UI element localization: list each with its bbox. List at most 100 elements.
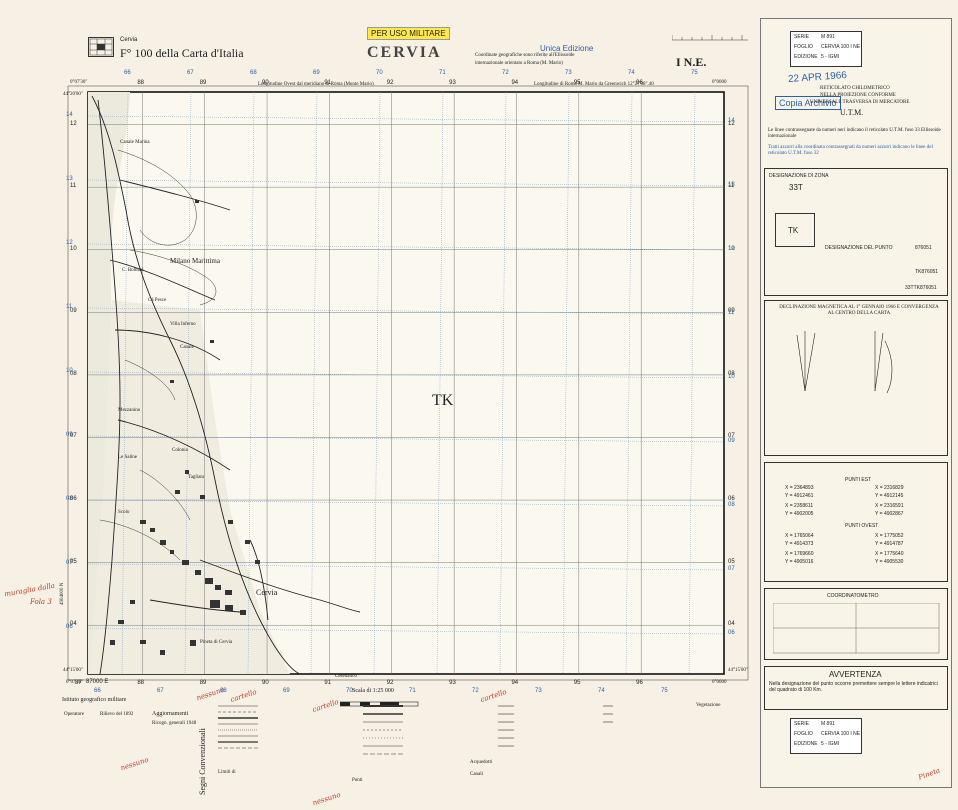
- blue-grid-label-bottom: 67: [157, 688, 164, 694]
- coordinate-value: Y = 4905016: [785, 559, 814, 565]
- blue-grid-label-top: 69: [313, 70, 320, 76]
- blue-grid-label-top: 70: [376, 70, 383, 76]
- magnetic-declination-box: DECLINAZIONE MAGNETICA AL 1° GENNAIO 196…: [764, 300, 948, 456]
- coordinate-value: X = 2316829: [875, 485, 904, 491]
- zone-value: 33T: [789, 183, 803, 192]
- blue-grid-label-right: 14: [728, 118, 735, 124]
- handwritten-note-left-2: Fola 3: [30, 598, 52, 606]
- survey-label: Rilievo del 1892: [100, 712, 134, 717]
- blue-grid-label-bottom: 71: [409, 688, 416, 694]
- coord-note-2: internazionale orientato a Roma (M. Mari…: [475, 61, 563, 66]
- grid-label-bottom: 96: [636, 680, 643, 686]
- utm-blue-notes: Tratti azzurri alla coordinata contrasse…: [768, 145, 933, 156]
- utm-title-4: U.T.M.: [840, 108, 864, 117]
- coordinate-value: Y = 4905530: [875, 559, 904, 565]
- place-label: Milano Marittima: [170, 257, 220, 265]
- grid-label-right: 04: [728, 621, 735, 628]
- longitude-left: Longitudine Ovest dal meridiano di Roma …: [258, 82, 374, 87]
- designation-value: 876051: [915, 245, 932, 251]
- coordinate-value: X = 2358611: [785, 503, 814, 509]
- blue-grid-label-top: 71: [439, 70, 446, 76]
- edizione-value: 5 - IGMI: [821, 54, 840, 60]
- blue-grid-label-left: 10: [66, 368, 73, 374]
- zone-header: DESIGNAZIONE DI ZONA: [769, 173, 829, 179]
- grid-label-top: 90: [262, 80, 269, 86]
- serie-label: SERIE: [794, 34, 810, 40]
- city-label: Cervia: [120, 37, 138, 43]
- place-label: Canale: [180, 345, 194, 350]
- blue-grid-label-top: 66: [124, 70, 131, 76]
- serie-value: M 891: [821, 34, 835, 40]
- designation-table: DESIGNAZIONE DI ZONA 33T TK DESIGNAZIONE…: [764, 168, 948, 296]
- blue-grid-label-right: 11: [728, 310, 735, 316]
- place-label: Cervia: [256, 588, 278, 597]
- coords-title-east: PUNTI EST: [845, 477, 872, 483]
- corner-top-left: 0°07'30": [70, 80, 88, 85]
- map-sheet: Cervia F° 100 della Carta d'Italia PER U…: [0, 0, 958, 810]
- legend-symbols: [218, 705, 613, 755]
- scale-label: Scala di 1:25 000: [352, 688, 394, 694]
- blue-grid-label-top: 68: [250, 70, 257, 76]
- designation-header: DESIGNAZIONE DEL PUNTO: [825, 245, 893, 251]
- blue-grid-label-bottom: 66: [94, 688, 101, 694]
- zone-square-label: TK: [432, 392, 454, 409]
- place-label: Mezzanino: [118, 408, 141, 413]
- blue-grid-label-bottom: 74: [598, 688, 605, 694]
- grid-label-bottom: 88: [137, 680, 145, 686]
- place-label: Canale Marina: [120, 140, 150, 145]
- grid-label-bottom: 91: [324, 680, 332, 686]
- coordinate-value: Y = 4912145: [875, 493, 904, 499]
- coord-note-1: Coordinate geografiche sono riferite all…: [475, 53, 575, 58]
- grid-label-bottom: 95: [573, 680, 581, 686]
- utm-notes: Le linee contrassegnate da numeri neri i…: [768, 128, 941, 139]
- coordinate-value: X = 1769660: [785, 551, 814, 557]
- grid-label-top: 92: [386, 80, 394, 86]
- edizione-value-2: 5 - IGMI: [821, 741, 840, 747]
- blue-grid-label-right: 07: [728, 566, 735, 572]
- blue-grid-label-right: 09: [728, 438, 735, 444]
- lat-bottom-left: 44°15'00": [63, 668, 83, 673]
- coordinate-value: Y = 4912461: [785, 493, 814, 499]
- grid-label-right: 05: [728, 558, 735, 565]
- blue-grid-label-left: 14: [66, 112, 73, 118]
- lat-top-left: 44°20'00": [63, 92, 83, 97]
- edition-note: Unica Edizione: [540, 44, 594, 53]
- place-label: Colonia: [172, 448, 188, 453]
- declination-diagram: [796, 331, 893, 394]
- grid-label-top: 88: [137, 80, 145, 86]
- scale-bar-top: [672, 35, 748, 41]
- coordinate-value: X = 2364893: [785, 485, 814, 491]
- blue-grid-label-right: 10: [728, 374, 735, 380]
- edizione-label: EDIZIONE: [794, 54, 818, 60]
- grid-label-bottom: 89: [199, 680, 207, 686]
- grid-label-top: 94: [511, 80, 519, 86]
- coordinate-value: X = 1765064: [785, 533, 814, 539]
- lat-bottom-right: 44°15'00": [728, 668, 748, 673]
- blue-grid-label-left: 11: [66, 304, 73, 310]
- foglio-value: CERVIA 100 I NE: [821, 44, 861, 50]
- corner-bottom-right: 0°0000: [712, 680, 727, 685]
- coordinate-value: Y = 4902005: [785, 511, 814, 517]
- blue-grid-label-bottom: 69: [283, 688, 290, 694]
- coordinate-value: X = 2316591: [875, 503, 904, 509]
- foglio-label: FOGLIO: [794, 44, 813, 50]
- operators-label: Operatore: [64, 712, 84, 717]
- blue-grid-label-right: 12: [728, 246, 735, 252]
- coordinatometer-grid: [773, 603, 940, 654]
- grid-label-top: 93: [449, 80, 456, 86]
- square-box: TK: [775, 213, 815, 247]
- blue-grid-label-left: 13: [66, 176, 73, 182]
- place-label: Le Saline: [118, 455, 138, 460]
- coordinate-value: X = 1775640: [875, 551, 904, 557]
- left-lower-label: 4904000 N: [60, 582, 65, 605]
- serie-box-bottom: SERIE M 891 FOGLIO CERVIA 100 I NE EDIZI…: [790, 718, 862, 754]
- institute-label: Istituto geografico militare: [62, 697, 127, 703]
- place-label: Pineta di Cervia: [200, 640, 233, 645]
- foglio-label-2: FOGLIO: [794, 731, 813, 737]
- blue-grid-label-bottom: 72: [472, 688, 479, 694]
- blue-grid-label-left: 08: [66, 496, 73, 502]
- blue-grid-label-bottom: 75: [661, 688, 668, 694]
- place-label: Cesenatico: [335, 674, 357, 679]
- coordinate-value: Y = 4914373: [785, 541, 814, 547]
- magnetic-title: DECLINAZIONE MAGNETICA AL 1° GENNAIO 196…: [779, 305, 939, 316]
